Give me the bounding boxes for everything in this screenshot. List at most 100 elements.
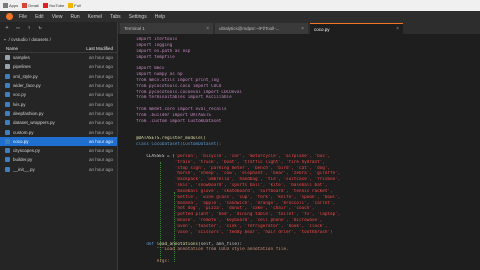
column-last-modified[interactable]: Last Modified	[86, 46, 113, 51]
file-name: cityscapes.py	[13, 148, 41, 154]
file-row[interactable]: lvis.py an hour ago	[0, 99, 117, 108]
menu-kernel[interactable]: Kernel	[88, 14, 102, 20]
code-token: class CocoDataset(CustomDataset):	[136, 142, 222, 148]
code-token: 'banana', 'apple', 'sandwich', 'orange',…	[136, 200, 336, 206]
tab-label: ultralytics@mdpsr:~/Fl/Tooll-...	[219, 26, 280, 31]
youtube-icon[interactable]	[42, 3, 48, 8]
breadcrumb-path[interactable]: / cvstudio / datasets /	[9, 37, 51, 42]
code-token: 'horse', 'sheep', 'cow', 'elephant', 'be…	[136, 171, 341, 177]
menu-edit[interactable]: Edit	[35, 14, 44, 20]
refresh-icon[interactable]: ↻	[37, 25, 43, 31]
bookmark-full[interactable]: Full	[74, 3, 80, 8]
python-file-icon	[5, 83, 10, 89]
python-file-icon	[5, 138, 10, 144]
code-token: 'stop sign', 'parking meter', 'bench', '…	[136, 165, 331, 171]
folder-icon	[5, 55, 10, 61]
python-file-icon	[5, 73, 10, 79]
tab-terminal-2[interactable]: ultralytics@mdpsr:~/Fl/Tooll-... ×	[215, 23, 308, 34]
folder-icon: ▪	[4, 36, 6, 42]
file-name-cell: xml_style.py	[5, 73, 38, 79]
code-token: 'oven', 'toaster', 'sink', 'refrigerator…	[136, 224, 328, 229]
file-browser: + ▭ ↑ ↻ ▪ / cvstudio / datasets / Name L…	[0, 22, 118, 270]
file-name-cell: voc.py	[5, 92, 27, 98]
file-row[interactable]: voc.py an hour ago	[0, 90, 117, 99]
code-token: def	[136, 241, 157, 247]
file-modified: an hour ago	[88, 101, 113, 107]
file-name: dataset_wrappers.py	[13, 120, 55, 126]
python-file-icon	[5, 157, 10, 163]
code-token: """Load annotation from COCO style annot…	[136, 247, 289, 253]
menu-settings[interactable]: Settings	[129, 14, 147, 20]
file-modified: an hour ago	[88, 138, 113, 144]
file-row[interactable]: cityscapes.py an hour ago	[0, 146, 117, 155]
code-token: 'hot dog', 'pizza', 'donut', 'cake', 'ch…	[136, 206, 315, 212]
upload-icon[interactable]: ↑	[26, 25, 32, 31]
file-name-cell: custom.py	[5, 129, 34, 135]
new-launcher-icon[interactable]: +	[4, 25, 10, 31]
tab-terminal-1[interactable]: Terminal 1 ×	[120, 23, 213, 34]
menu-run[interactable]: Run	[70, 14, 79, 20]
close-icon[interactable]: ×	[396, 26, 399, 32]
file-row[interactable]: pipelines an hour ago	[0, 62, 117, 71]
file-row[interactable]: dataset_wrappers.py an hour ago	[0, 118, 117, 127]
apps-icon[interactable]	[3, 3, 8, 8]
close-icon[interactable]: ×	[301, 26, 304, 32]
menu-tabs[interactable]: Tabs	[110, 14, 121, 20]
menu-bar: File Edit View Run Kernel Tabs Settings …	[0, 11, 480, 22]
bookmark-gmail[interactable]: Gmail	[28, 3, 38, 8]
code-token: from terminaltables import AsciiTable	[136, 95, 232, 101]
code-token: from .custom import CustomDataset	[136, 118, 222, 124]
code-token: import logging	[136, 42, 173, 48]
file-modified: an hour ago	[88, 129, 113, 135]
file-modified: an hour ago	[88, 110, 113, 116]
tab-label: coco.py	[314, 26, 330, 32]
code-token: @DATASETS.register_module()	[136, 136, 206, 142]
gmail-icon[interactable]	[22, 3, 28, 8]
file-name: __init__.py	[13, 166, 35, 172]
bookmark-youtube[interactable]: YouTube	[49, 3, 65, 8]
code-token: 'potted plant', 'bed', 'dining table', '…	[136, 212, 341, 218]
menu-file[interactable]: File	[19, 14, 27, 20]
file-row[interactable]: __init__.py an hour ago	[0, 165, 117, 174]
file-row[interactable]: samples an hour ago	[0, 53, 117, 62]
code-token: 'train', 'truck', 'boat', 'traffic light…	[136, 159, 325, 165]
close-icon[interactable]: ×	[206, 26, 209, 32]
code-token: from pycocotools.cocoeval import COCOeva…	[136, 89, 243, 95]
file-row[interactable]: builder.py an hour ago	[0, 155, 117, 164]
code-token: from pycocotools.coco import COCO	[136, 83, 222, 89]
file-row[interactable]: coco.py an hour ago	[0, 136, 117, 146]
code-content[interactable]: import itertools import logging import o…	[136, 37, 476, 265]
code-token: from .builder import DATASETS	[136, 112, 212, 118]
file-name: lvis.py	[13, 101, 26, 107]
code-token: from mmcv.utils import print_log	[136, 77, 219, 83]
file-name: pipelines	[13, 64, 31, 70]
file-name-cell: samples	[5, 55, 30, 61]
file-row[interactable]: deepfashion.py an hour ago	[0, 109, 117, 118]
code-editor[interactable]: import itertools import logging import o…	[118, 34, 480, 270]
new-folder-icon[interactable]: ▭	[15, 25, 21, 31]
file-name: samples	[13, 55, 30, 61]
file-name: voc.py	[13, 92, 27, 98]
code-token: 'backpack', 'umbrella', 'handbag', 'tie'…	[136, 177, 341, 183]
menu-view[interactable]: View	[52, 14, 63, 20]
file-row[interactable]: xml_style.py an hour ago	[0, 72, 117, 81]
column-name[interactable]: Name	[6, 46, 18, 51]
python-file-icon	[5, 120, 10, 126]
python-file-icon	[5, 101, 10, 107]
python-file-icon	[5, 110, 10, 116]
bookmark-icon[interactable]	[68, 3, 74, 8]
file-name: xml_style.py	[13, 73, 38, 79]
breadcrumb[interactable]: ▪ / cvstudio / datasets /	[0, 34, 117, 44]
menu-help[interactable]: Help	[155, 14, 165, 20]
bookmark-apps[interactable]: Apps	[9, 3, 18, 8]
file-row[interactable]: wider_face.py an hour ago	[0, 81, 117, 90]
tab-coco-py[interactable]: coco.py ×	[310, 23, 403, 34]
browser-bookmarks-bar: Apps Gmail YouTube Full	[0, 0, 480, 11]
file-name: custom.py	[13, 129, 34, 135]
file-row[interactable]: custom.py an hour ago	[0, 127, 117, 136]
code-token: import os.path as osp	[136, 48, 191, 54]
jupyter-logo-icon	[6, 13, 13, 20]
file-name: coco.py	[13, 138, 29, 144]
file-name-cell: lvis.py	[5, 101, 26, 107]
code-token: 'person', 'bicycle', 'car', 'motorcycle'…	[174, 153, 331, 159]
